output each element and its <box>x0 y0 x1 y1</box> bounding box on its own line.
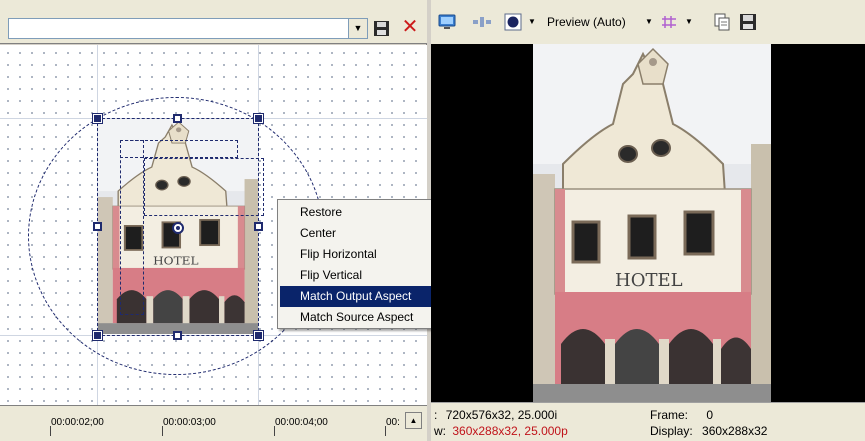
project-label: : <box>434 408 438 422</box>
display-info: Display: 360x288x32 <box>650 424 767 438</box>
chevron-up-icon: ▲ <box>409 416 418 425</box>
grid-button[interactable] <box>660 12 678 32</box>
tick-label: 00: <box>386 417 400 428</box>
delete-preset-button[interactable]: ✕ <box>400 16 420 38</box>
preview-frame-image <box>533 44 771 402</box>
save-preset-button[interactable] <box>373 20 390 37</box>
overlays-button[interactable] <box>503 12 523 32</box>
frame-info: Frame: 0 <box>650 408 713 422</box>
copy-snapshot-button[interactable] <box>712 12 732 32</box>
crop-handle-bottom-right[interactable] <box>253 330 264 341</box>
menu-item-center[interactable]: Center <box>280 223 450 244</box>
video-preview[interactable] <box>431 44 865 402</box>
crop-handle-right[interactable] <box>254 222 263 231</box>
grid-icon <box>662 16 676 28</box>
split-screen-icon <box>473 17 491 27</box>
copy-snapshot-icon <box>714 13 730 31</box>
menu-item-restore[interactable]: Restore <box>280 202 450 223</box>
crop-handle-left[interactable] <box>93 222 102 231</box>
crop-center-handle[interactable] <box>172 222 184 234</box>
menu-item-flip-horizontal[interactable]: Flip Horizontal <box>280 244 450 265</box>
chevron-down-icon[interactable]: ▼ <box>348 19 367 38</box>
preview-res-label: w: <box>434 424 446 438</box>
chevron-down-icon[interactable]: ▼ <box>685 17 693 26</box>
tick-label: 00:00:04;00 <box>275 417 328 428</box>
inner-guide <box>144 158 264 216</box>
inner-guide <box>120 140 144 315</box>
project-info: : 720x576x32, 25.000i <box>434 408 557 422</box>
monitor-icon <box>438 14 456 29</box>
display-label: Display: <box>650 424 693 438</box>
project-value: 720x576x32, 25.000i <box>445 408 558 422</box>
timeline-scroll-up-button[interactable]: ▲ <box>405 412 422 429</box>
pan-crop-toolbar: ▼ ✕ <box>0 0 427 44</box>
menu-item-match-source-aspect[interactable]: Match Source Aspect <box>280 307 450 328</box>
video-preview-panel: ▼ Preview (Auto) ▼ ▼: 720x576x32, 25.00… <box>431 0 865 441</box>
save-snapshot-icon <box>740 14 756 30</box>
save-snapshot-button[interactable] <box>738 12 758 32</box>
menu-item-match-output-aspect[interactable]: Match Output Aspect <box>280 286 450 307</box>
preview-toolbar: ▼ Preview (Auto) ▼ ▼ <box>431 0 865 44</box>
frame-label: Frame: <box>650 408 689 422</box>
crop-handle-top-left[interactable] <box>92 113 103 124</box>
tick-label: 00:00:03;00 <box>163 417 216 428</box>
frame-value: 0 <box>706 408 714 422</box>
crop-handle-top-right[interactable] <box>253 113 264 124</box>
preview-quality-selector[interactable]: Preview (Auto) <box>547 15 626 29</box>
split-screen-button[interactable] <box>471 12 493 32</box>
timeline-ruler[interactable]: 00:00:02;00 00:00:03;00 00:00:04;00 00: … <box>0 405 427 441</box>
chevron-down-icon[interactable]: ▼ <box>528 17 536 26</box>
crop-context-menu: Restore Center Flip Horizontal Flip Vert… <box>277 199 453 329</box>
preview-info: w: 360x288x32, 25.000p <box>434 424 568 438</box>
preset-combo[interactable]: ▼ <box>8 18 368 39</box>
preview-res-value: 360x288x32, 25.000p <box>452 424 568 438</box>
chevron-down-icon[interactable]: ▼ <box>645 17 653 26</box>
preview-monitor-button[interactable] <box>437 12 457 32</box>
tick-label: 00:00:02;00 <box>51 417 104 428</box>
preview-status-bar: : 720x576x32, 25.000i w: 360x288x32, 25.… <box>431 402 865 441</box>
crop-handle-top[interactable] <box>173 114 182 123</box>
overlay-icon <box>504 13 522 31</box>
crop-handle-bottom-left[interactable] <box>92 330 103 341</box>
menu-item-flip-vertical[interactable]: Flip Vertical <box>280 265 450 286</box>
crop-handle-bottom[interactable] <box>173 331 182 340</box>
close-icon: ✕ <box>401 16 419 38</box>
save-icon <box>374 21 389 36</box>
display-value: 360x288x32 <box>702 424 768 438</box>
